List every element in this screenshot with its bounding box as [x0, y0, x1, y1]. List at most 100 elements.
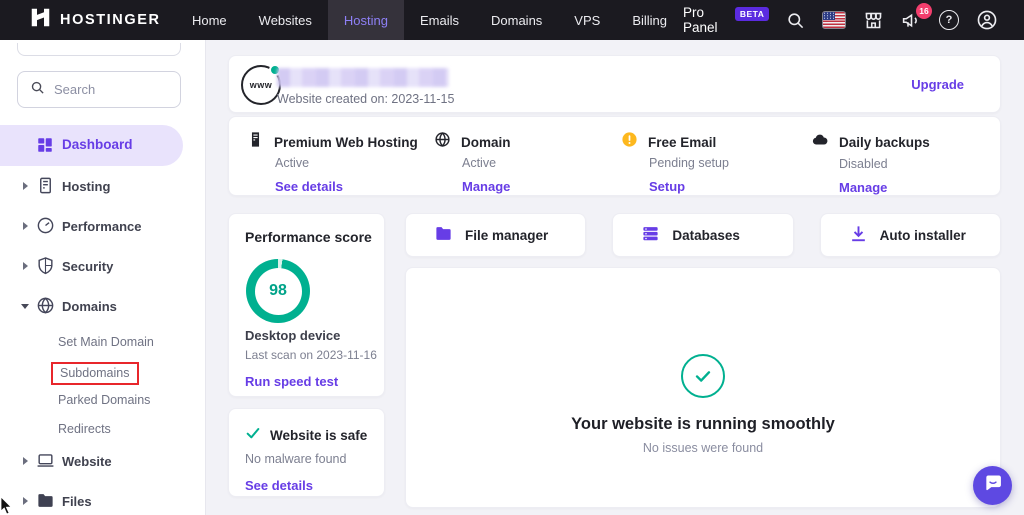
megaphone-icon[interactable]: 16	[901, 10, 922, 31]
folder-icon	[36, 491, 55, 515]
chevron-right-icon	[23, 262, 28, 270]
databases-button[interactable]: Databases	[612, 213, 793, 257]
sidebar-item-label: Hosting	[62, 179, 110, 194]
nav-billing[interactable]: Billing	[616, 0, 683, 40]
quick-action-label: Auto installer	[880, 228, 966, 243]
quick-action-label: Databases	[672, 228, 740, 243]
service-daily-backups: Daily backups Disabled Manage	[811, 131, 930, 195]
chat-icon	[983, 473, 1003, 498]
nav-hosting[interactable]: Hosting	[328, 0, 404, 40]
sidebar-item-hosting[interactable]: Hosting	[0, 173, 200, 199]
search-icon[interactable]	[786, 11, 805, 30]
brand-name: HOSTINGER	[60, 12, 161, 28]
laptop-icon	[36, 451, 55, 475]
service-premium-hosting: Premium Web Hosting Active See details	[247, 131, 418, 194]
check-icon	[245, 425, 261, 446]
nav-emails[interactable]: Emails	[404, 0, 475, 40]
sub-item-label: Parked Domains	[58, 393, 150, 407]
chat-widget-button[interactable]	[973, 466, 1012, 505]
sidebar-item-label: Files	[62, 494, 92, 509]
performance-score-card: Performance score 98 Desktop device Last…	[228, 213, 385, 397]
auto-installer-button[interactable]: Auto installer	[820, 213, 1001, 257]
run-speed-test-link[interactable]: Run speed test	[245, 374, 338, 389]
warning-icon	[621, 131, 638, 153]
service-title: Premium Web Hosting	[274, 135, 418, 150]
sidebar-item-security[interactable]: Security	[0, 253, 200, 279]
health-title: Your website is running smoothly	[571, 415, 835, 434]
mouse-cursor	[0, 497, 14, 515]
sidebar-item-domains[interactable]: Domains	[0, 293, 200, 319]
top-navigation: HOSTINGER Home Websites Hosting Emails D…	[0, 0, 1024, 40]
file-manager-button[interactable]: File manager	[405, 213, 586, 257]
folder-icon	[434, 224, 453, 246]
setup-link[interactable]: Setup	[649, 179, 729, 194]
sub-item-label: Set Main Domain	[58, 335, 154, 349]
sidebar-item-website[interactable]: Website	[0, 448, 200, 474]
sidebar-item-parked-domains[interactable]: Parked Domains	[0, 388, 200, 412]
nav-vps[interactable]: VPS	[558, 0, 616, 40]
server-icon	[36, 176, 55, 200]
service-title: Daily backups	[839, 135, 930, 150]
health-subtitle: No issues were found	[643, 441, 763, 455]
see-details-link[interactable]: See details	[245, 478, 384, 493]
see-details-link[interactable]: See details	[275, 179, 418, 194]
nav-domains[interactable]: Domains	[475, 0, 558, 40]
service-title: Domain	[461, 135, 511, 150]
search-input[interactable]	[54, 82, 168, 97]
store-icon[interactable]	[863, 10, 884, 31]
performance-last-scan: Last scan on 2023-11-16	[245, 348, 377, 362]
account-icon[interactable]	[976, 9, 998, 31]
upgrade-link[interactable]: Upgrade	[911, 77, 964, 92]
manage-link[interactable]: Manage	[462, 179, 511, 194]
nav-websites[interactable]: Websites	[243, 0, 328, 40]
website-health-card: Your website is running smoothly No issu…	[405, 267, 1001, 508]
globe-icon	[434, 131, 451, 153]
sidebar-item-subdomains[interactable]: Subdomains	[0, 359, 200, 383]
sidebar-item-redirects[interactable]: Redirects	[0, 417, 200, 441]
sidebar-item-label: Security	[62, 259, 113, 274]
sidebar-search[interactable]	[17, 71, 181, 108]
chevron-right-icon	[23, 457, 28, 465]
website-selector-partial[interactable]	[17, 43, 181, 56]
hostinger-logo-icon	[30, 7, 51, 33]
performance-title: Performance score	[245, 229, 384, 245]
service-status: Pending setup	[649, 156, 729, 170]
help-icon[interactable]: ?	[939, 10, 959, 30]
performance-score-gauge: 98	[246, 259, 310, 323]
download-icon	[849, 224, 868, 246]
sidebar-item-files[interactable]: Files	[0, 488, 200, 514]
language-flag-us[interactable]	[822, 11, 846, 29]
globe-icon	[36, 296, 55, 320]
cloud-icon	[811, 131, 829, 154]
website-created-text: Website created on: 2023-11-15	[277, 92, 454, 106]
sidebar: Dashboard Hosting Performance Secur	[0, 40, 206, 515]
chevron-down-icon	[21, 304, 29, 309]
website-avatar: www	[241, 65, 281, 105]
performance-device: Desktop device	[245, 328, 340, 343]
beta-badge: BETA	[735, 7, 770, 21]
www-globe-icon: www	[250, 80, 273, 90]
service-domain: Domain Active Manage	[434, 131, 511, 194]
service-status: Disabled	[839, 157, 930, 171]
dashboard-icon	[36, 136, 54, 159]
pro-panel-link[interactable]: Pro Panel BETA	[683, 5, 769, 35]
nav-home[interactable]: Home	[176, 0, 243, 40]
sidebar-item-performance[interactable]: Performance	[0, 213, 200, 239]
database-icon	[641, 224, 660, 246]
primary-nav: Home Websites Hosting Emails Domains VPS…	[176, 0, 683, 40]
check-circle-icon	[681, 354, 725, 398]
sidebar-item-set-main-domain[interactable]: Set Main Domain	[0, 330, 200, 354]
redacted-domain-name	[277, 68, 449, 87]
sidebar-item-label: Dashboard	[62, 137, 133, 152]
sidebar-item-dashboard[interactable]: Dashboard	[0, 125, 183, 166]
service-title: Free Email	[648, 135, 716, 150]
chevron-right-icon	[23, 182, 28, 190]
website-safety-card: Website is safe No malware found See det…	[228, 408, 385, 497]
performance-score-value: 98	[255, 268, 302, 315]
hostinger-logo[interactable]: HOSTINGER	[0, 0, 154, 40]
manage-link[interactable]: Manage	[839, 180, 930, 195]
speedometer-icon	[36, 216, 55, 240]
notification-badge: 16	[916, 3, 932, 19]
nav-right-cluster: Pro Panel BETA 16 ?	[683, 0, 1024, 40]
services-status-card: Premium Web Hosting Active See details D…	[228, 116, 1001, 196]
